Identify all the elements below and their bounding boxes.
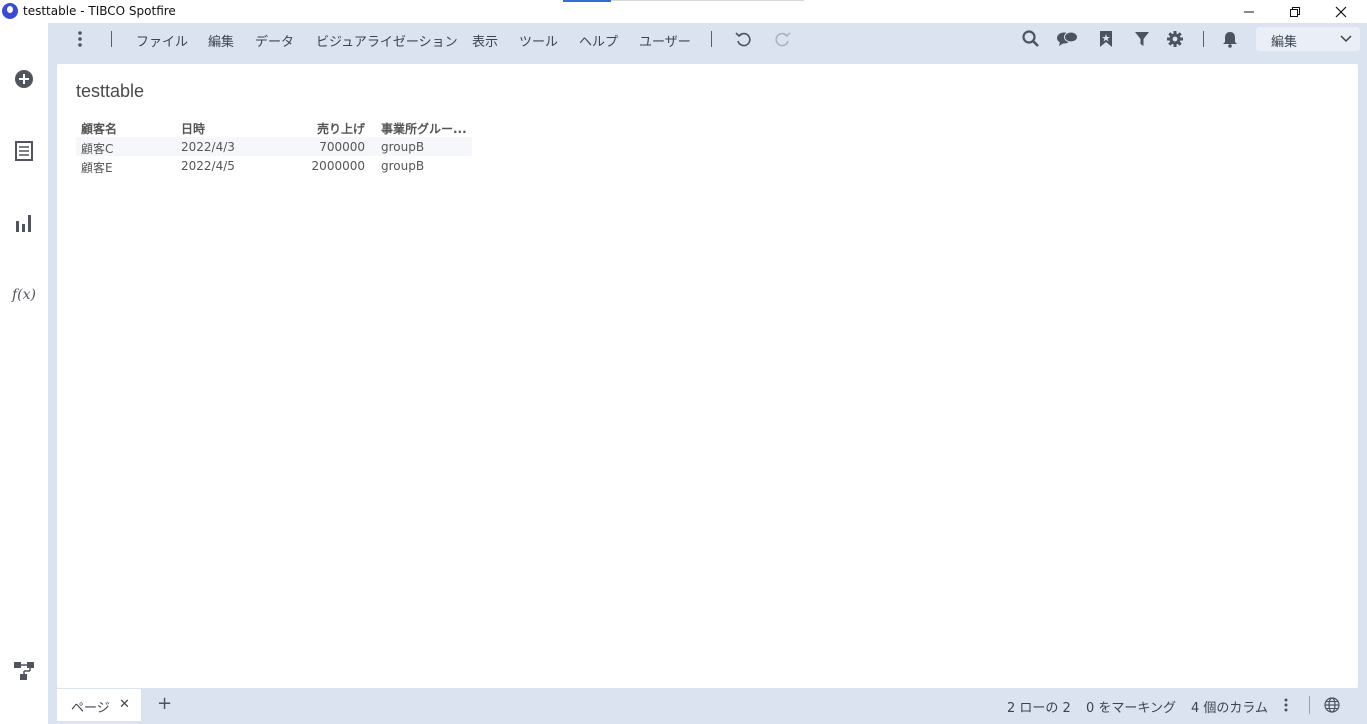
table-cell: 顧客C	[81, 142, 114, 156]
table-cell: groupB	[381, 159, 425, 173]
restore-icon	[1290, 6, 1300, 17]
menu-visualization[interactable]: ビジュアライゼーション	[316, 31, 458, 50]
table-cell: 2000000	[311, 159, 365, 173]
spotfire-logo-icon	[2, 3, 18, 19]
table-visualization[interactable]: 顧客名 日時 売り上げ 事業所グルー... 顧客C 2022/4/3 70000…	[76, 117, 472, 175]
title-accent-bar	[563, 0, 611, 2]
chevron-down-icon	[1340, 35, 1352, 43]
table-cell: groupB	[381, 140, 425, 154]
title-bar: testtable - TIBCO Spotfire	[0, 0, 1367, 23]
column-header-date[interactable]: 日時	[181, 120, 291, 137]
filter-icon[interactable]	[1131, 28, 1153, 50]
toolbar: ファイル 編集 データ ビジュアライゼーション 表示 ツール ヘルプ ユーザー	[48, 23, 1367, 55]
column-header-sales[interactable]: 売り上げ	[276, 120, 365, 137]
status-bar: ページ ✕ + 2 ローの 2 0 をマーキング 4 個のカラム	[57, 689, 1358, 721]
visualization-icon[interactable]	[12, 211, 36, 235]
toolbar-divider	[711, 31, 712, 47]
data-table-icon[interactable]	[12, 139, 36, 163]
visualization-canvas: testtable 顧客名 日時 売り上げ 事業所グルー... 顧客C 2022…	[57, 64, 1358, 688]
menu-user[interactable]: ユーザー	[639, 31, 691, 50]
row-count-status: 2 ローの 2	[1007, 701, 1071, 716]
close-icon	[1335, 6, 1347, 17]
window-title: testtable - TIBCO Spotfire	[23, 4, 176, 18]
minimize-icon	[1244, 11, 1254, 12]
frame-edge	[1358, 55, 1367, 724]
table-cell: 2022/4/3	[181, 140, 235, 154]
menu-edit[interactable]: 編集	[208, 31, 234, 50]
page-tab-label: ページ	[71, 701, 110, 716]
minimize-button[interactable]	[1226, 0, 1272, 23]
bookmark-icon[interactable]	[1095, 28, 1117, 50]
table-cell: 2022/4/5	[181, 159, 235, 173]
left-rail: f(x)	[0, 23, 48, 724]
table-row[interactable]: 顧客C 2022/4/3 700000 groupB	[76, 137, 472, 156]
menu-tools[interactable]: ツール	[519, 31, 558, 50]
table-header-row: 顧客名 日時 売り上げ 事業所グルー...	[76, 117, 472, 137]
mode-dropdown[interactable]: 編集	[1256, 27, 1360, 51]
toolbar-divider	[111, 31, 112, 47]
close-tab-icon[interactable]: ✕	[119, 697, 130, 712]
page-tab[interactable]: ページ ✕	[57, 689, 141, 721]
table-cell: 700000	[319, 140, 365, 154]
settings-gear-icon[interactable]	[1164, 28, 1186, 50]
close-window-button[interactable]	[1318, 0, 1364, 23]
column-count-status: 4 個のカラム	[1191, 701, 1269, 716]
more-options-icon[interactable]	[1275, 694, 1297, 716]
collaboration-icon[interactable]	[1056, 28, 1078, 50]
table-cell: 顧客E	[81, 161, 113, 175]
restore-button[interactable]	[1272, 0, 1318, 23]
add-page-icon[interactable]: +	[157, 693, 172, 714]
visualization-title: testtable	[76, 81, 145, 101]
toolbar-divider	[1203, 31, 1204, 47]
function-label: f(x)	[12, 287, 37, 303]
undo-icon[interactable]	[732, 28, 754, 50]
more-options-icon[interactable]	[72, 29, 88, 49]
add-data-icon[interactable]	[12, 67, 36, 91]
redo-icon[interactable]	[772, 28, 794, 50]
globe-icon[interactable]	[1321, 694, 1343, 716]
column-header-group[interactable]: 事業所グルー...	[381, 120, 471, 137]
status-divider	[1309, 696, 1310, 714]
menu-view[interactable]: 表示	[472, 31, 498, 50]
function-icon[interactable]: f(x)	[12, 283, 36, 307]
menu-data[interactable]: データ	[255, 31, 294, 50]
notification-bell-icon[interactable]	[1219, 28, 1241, 50]
table-row[interactable]: 顧客E 2022/4/5 2000000 groupB	[76, 156, 472, 175]
title-divider	[611, 0, 804, 1]
mode-label: 編集	[1271, 35, 1298, 50]
data-flow-icon[interactable]	[12, 659, 36, 683]
menu-help[interactable]: ヘルプ	[579, 31, 618, 50]
search-icon[interactable]	[1020, 28, 1042, 50]
column-header-customer[interactable]: 顧客名	[81, 120, 176, 137]
marking-status: 0 をマーキング	[1086, 701, 1177, 716]
menu-file[interactable]: ファイル	[136, 31, 188, 50]
main-frame: ファイル 編集 データ ビジュアライゼーション 表示 ツール ヘルプ ユーザー	[48, 23, 1367, 724]
